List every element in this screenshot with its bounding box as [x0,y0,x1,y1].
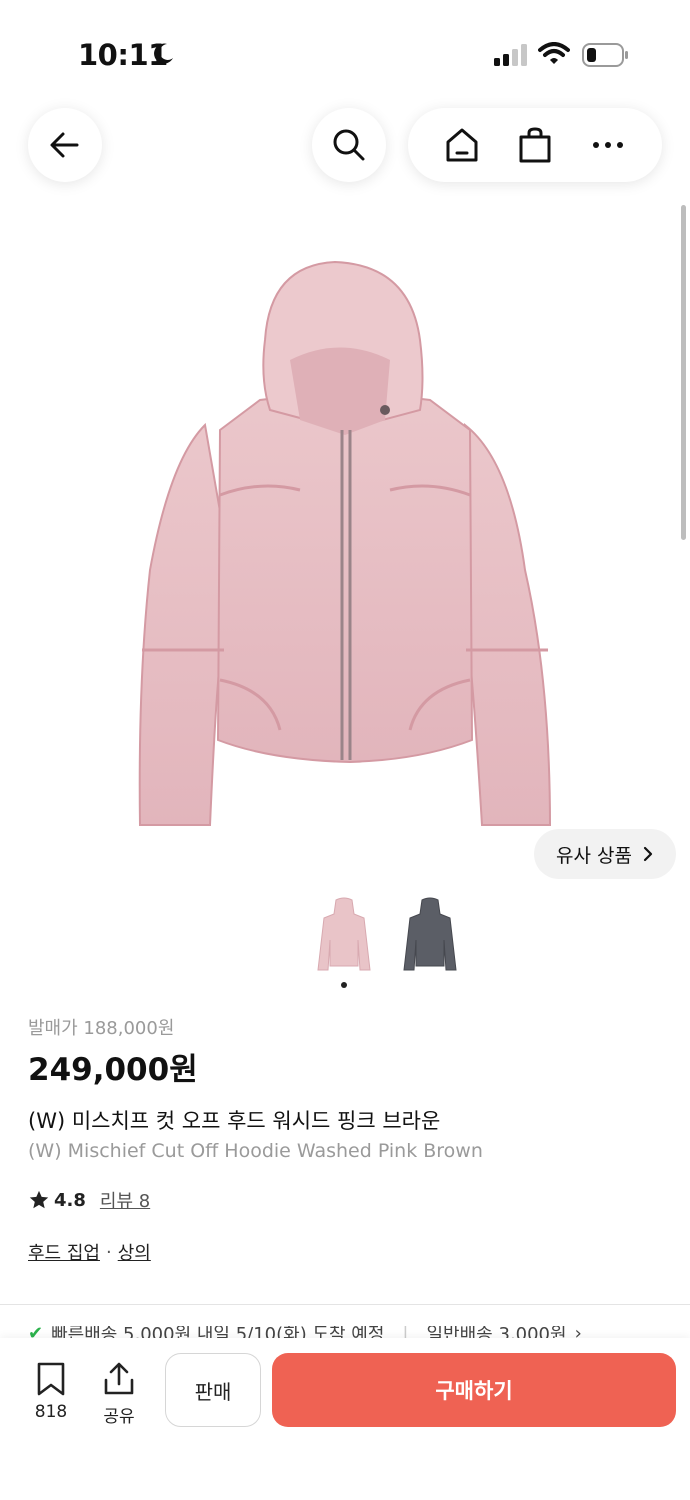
product-name-korean: (W) 미스치프 컷 오프 후드 워시드 핑크 브라운 [28,1109,441,1133]
category-link-top[interactable]: 상의 [118,1239,151,1265]
search-icon [333,129,365,161]
more-horizontal-icon [592,142,623,148]
more-button[interactable] [580,117,636,173]
bookmark-count: 818 [34,1402,68,1422]
thumbnail-pink[interactable] [314,896,374,974]
share-button[interactable]: 공유 [94,1362,144,1427]
sell-button[interactable]: 판매 [165,1353,261,1427]
bookmark-button[interactable]: 818 [26,1362,76,1422]
chevron-right-icon [643,846,653,862]
price: 249,000원 [28,1052,198,1088]
category-breadcrumb: 후드 집업 · 상의 [28,1239,151,1265]
shopping-bag-icon [519,127,551,163]
share-icon [104,1362,134,1395]
sell-label: 판매 [194,1379,232,1404]
battery-icon [582,43,628,67]
bottom-action-bar: 818 공유 판매 구매하기 [0,1338,690,1500]
category-link-hood-zipup[interactable]: 후드 집업 [28,1239,100,1265]
status-bar: 10:11 [0,0,690,100]
arrow-left-icon [50,132,79,158]
wifi-icon [538,42,570,64]
home-button[interactable] [434,117,490,173]
cart-button[interactable] [507,117,563,173]
rating-score: 4.8 [54,1189,86,1211]
buy-label: 구매하기 [435,1379,513,1403]
buy-button[interactable]: 구매하기 [272,1353,676,1427]
search-button[interactable] [312,108,386,182]
product-image[interactable] [120,240,570,840]
star-icon [29,1190,49,1209]
share-label: 공유 [103,1407,135,1427]
similar-products-button[interactable]: 유사 상품 [534,829,676,879]
cellular-signal-icon [494,44,527,66]
rating-row: 4.8 리뷰 8 [28,1187,150,1213]
reviews-link[interactable]: 리뷰 8 [100,1187,150,1213]
bookmark-icon [37,1362,65,1396]
color-thumbnails [0,896,690,976]
home-icon [446,128,478,162]
product-name-english: (W) Mischief Cut Off Hoodie Washed Pink … [28,1140,483,1162]
moon-icon [154,43,173,64]
retail-price: 발매가 188,000원 [28,1018,175,1039]
back-button[interactable] [28,108,102,182]
carousel-indicator [341,982,347,988]
category-separator: · [105,1241,112,1263]
divider [0,1304,690,1305]
nav-action-group [408,108,662,182]
similar-products-label: 유사 상품 [556,844,632,867]
scrollbar[interactable] [681,205,686,540]
thumbnail-charcoal[interactable] [400,896,460,974]
